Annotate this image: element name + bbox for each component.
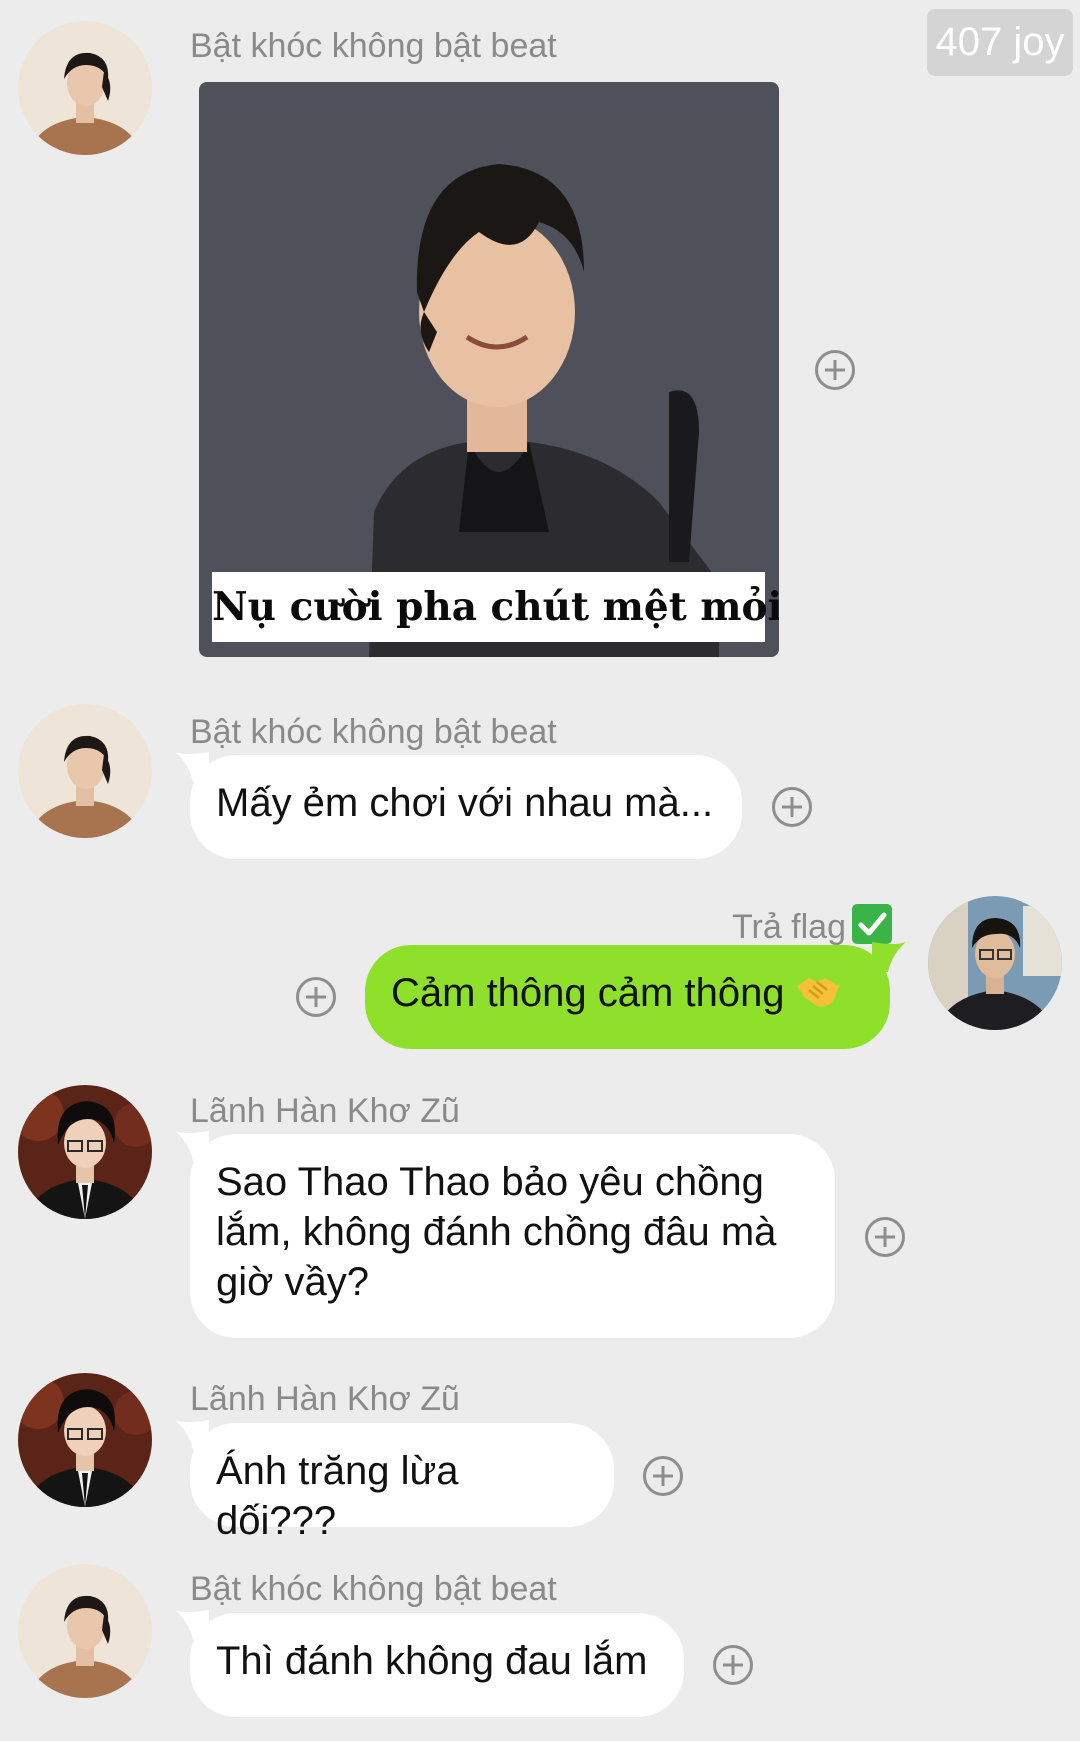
plus-circle-icon[interactable] — [865, 1217, 905, 1257]
handshake-icon — [795, 968, 841, 1014]
message-text-line: giờ vầy? — [216, 1260, 369, 1304]
avatar-lanh-han[interactable] — [18, 1373, 152, 1507]
message-bubble[interactable]: Mấy ẻm chơi với nhau mà... — [190, 755, 742, 859]
avatar-tra-flag[interactable] — [928, 896, 1062, 1030]
check-mark-button-icon — [852, 904, 892, 944]
message-bubble[interactable]: Thì đánh không đau lắm — [190, 1613, 684, 1717]
message-text: Thì đánh không đau lắm — [216, 1639, 648, 1683]
message-text-line: Sao Thao Thao bảo yêu chồng — [216, 1160, 764, 1204]
sticker-caption: Nụ cười pha chút mệt mỏi — [212, 572, 779, 642]
joy-counter-badge: 407 joy — [927, 9, 1073, 76]
plus-circle-icon[interactable] — [815, 350, 855, 390]
avatar-bat-khoc[interactable] — [18, 1564, 152, 1698]
avatar-bat-khoc[interactable] — [18, 704, 152, 838]
message-bubble[interactable]: Ánh trăng lừa dối??? — [190, 1423, 614, 1543]
plus-circle-icon[interactable] — [713, 1645, 753, 1685]
sender-name: Bật khóc không bật beat — [190, 27, 557, 65]
message-bubble[interactable]: Sao Thao Thao bảo yêu chồng lắm, không đ… — [190, 1134, 835, 1338]
sender-name: Trả flag — [660, 904, 892, 947]
message-text: Cảm thông cảm thông — [391, 971, 785, 1015]
sender-name: Lãnh Hàn Khơ Zũ — [190, 1380, 460, 1418]
bubble-tail — [872, 942, 906, 972]
plus-circle-icon[interactable] — [296, 977, 336, 1017]
message-bubble-self[interactable]: Cảm thông cảm thông — [365, 945, 890, 1049]
plus-circle-icon[interactable] — [772, 787, 812, 827]
sender-name-text: Trả flag — [731, 908, 846, 946]
avatar-lanh-han[interactable] — [18, 1085, 152, 1219]
sender-name: Bật khóc không bật beat — [190, 1570, 557, 1608]
message-text: Ánh trăng lừa dối??? — [216, 1449, 459, 1543]
message-text: Mấy ẻm chơi với nhau mà... — [216, 781, 714, 825]
plus-circle-icon[interactable] — [643, 1456, 683, 1496]
sticker-image[interactable]: Nụ cười pha chút mệt mỏi — [199, 82, 779, 657]
sender-name: Bật khóc không bật beat — [190, 713, 557, 751]
avatar-bat-khoc[interactable] — [18, 21, 152, 155]
message-text-line: lắm, không đánh chồng đâu mà — [216, 1210, 777, 1254]
sender-name: Lãnh Hàn Khơ Zũ — [190, 1092, 460, 1130]
